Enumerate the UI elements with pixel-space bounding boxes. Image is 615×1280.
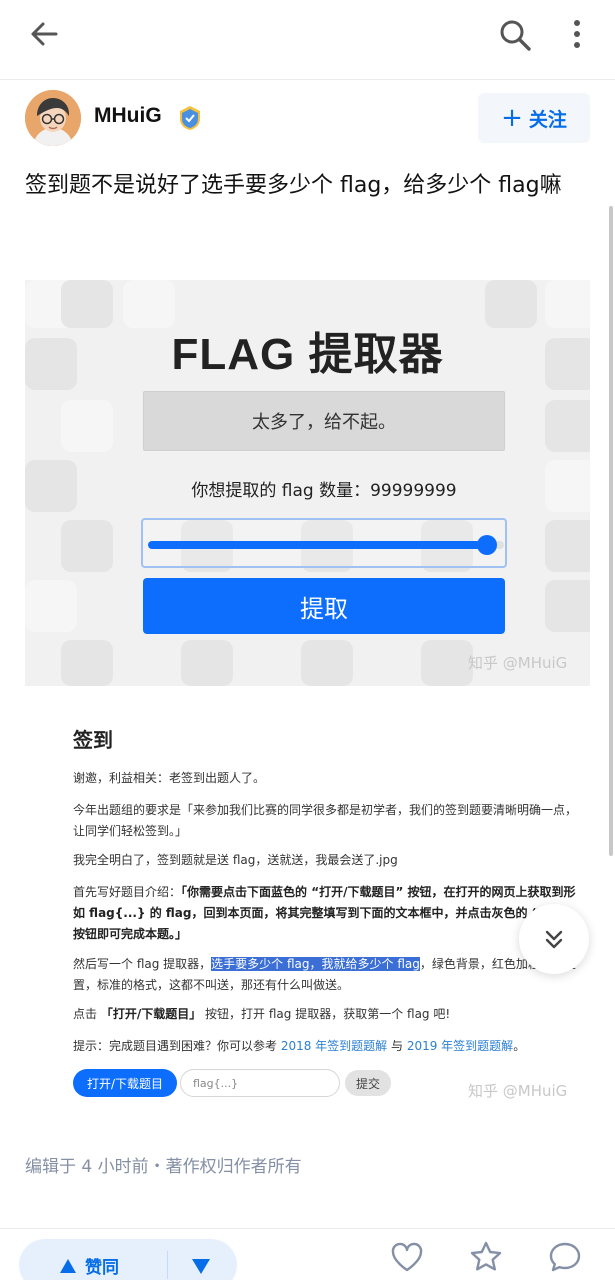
- triangle-down-icon[interactable]: [191, 1257, 211, 1275]
- edit-info: 编辑于 4 小时前・著作权归作者所有: [25, 1157, 302, 1177]
- paragraph-1: 谢邀，利益相关：老签到出题人了。: [73, 771, 266, 785]
- solution-2019-link[interactable]: 2019 年签到题题解: [407, 1039, 513, 1053]
- submit-button[interactable]: 提交: [345, 1070, 391, 1096]
- search-icon[interactable]: [498, 18, 532, 52]
- flag-input[interactable]: flag{...}: [180, 1069, 340, 1097]
- flag-extractor-title: FLAG 提取器: [171, 330, 444, 379]
- bottom-action-bar: 赞同: [0, 1228, 615, 1280]
- follow-label: 关注: [528, 108, 567, 131]
- watermark: 知乎 @MHuiG: [468, 1082, 568, 1100]
- slider-fill: [148, 541, 490, 549]
- paragraph-3: 我完全明白了，签到题就是送 flag，送就送，我最会送了.jpg: [73, 853, 398, 867]
- vote-group: 赞同: [19, 1239, 237, 1280]
- download-challenge-button[interactable]: 打开/下载题目: [73, 1069, 177, 1097]
- heart-icon[interactable]: [389, 1239, 425, 1275]
- comment-icon[interactable]: [547, 1239, 583, 1275]
- paragraph-5: 然后写一个 flag 提取器，选手要多少个 flag，我就给多少个 flag，绿…: [73, 954, 583, 996]
- top-bar: [0, 0, 615, 80]
- p7-mid: 与: [387, 1039, 407, 1053]
- flag-count-slider[interactable]: [141, 518, 507, 568]
- back-arrow-icon[interactable]: [28, 18, 60, 50]
- slider-thumb[interactable]: [477, 535, 497, 555]
- scrollbar[interactable]: [609, 206, 613, 856]
- follow-button[interactable]: + 关注: [478, 93, 590, 143]
- message-box: 太多了，给不起。: [143, 391, 505, 451]
- extract-button[interactable]: 提取: [143, 578, 505, 634]
- p5-highlight: 选手要多少个 flag，我就给多少个 flag: [211, 957, 420, 971]
- p5-text: 然后写一个 flag 提取器，: [73, 957, 212, 971]
- avatar[interactable]: [25, 90, 81, 146]
- paragraph-2: 今年出题组的要求是「来参加我们比赛的同学很多都是初学者，我们的签到题要清晰明确一…: [73, 803, 578, 838]
- upvote-button[interactable]: 赞同: [59, 1253, 119, 1278]
- paragraph-7: 提示：完成题目遇到困难？你可以参考 2018 年签到题题解 与 2019 年签到…: [73, 1036, 583, 1057]
- p7-text: 提示：完成题目遇到困难？你可以参考: [73, 1039, 281, 1053]
- more-vertical-icon[interactable]: [566, 18, 588, 52]
- p6-bold: 「打开/下载题目」: [100, 1007, 202, 1021]
- vote-divider: [167, 1251, 168, 1279]
- author-row: MHuiG + 关注: [25, 90, 590, 146]
- p6-text-end: 按钮，打开 flag 提取器，获取第一个 flag 吧!: [201, 1007, 451, 1021]
- star-icon[interactable]: [468, 1239, 504, 1275]
- watermark: 知乎 @MHuiG: [468, 654, 568, 672]
- p6-text: 点击: [73, 1007, 101, 1021]
- triangle-up-icon: [60, 1258, 76, 1273]
- double-chevron-down-icon: [545, 930, 563, 949]
- upvote-label: 赞同: [85, 1258, 119, 1278]
- flag-extractor-screenshot[interactable]: FLAG 提取器 太多了，给不起。 你想提取的 flag 数量：99999999…: [25, 280, 590, 686]
- p4-text: 首先写好题目介绍：: [73, 885, 182, 899]
- solution-2018-link[interactable]: 2018 年签到题题解: [281, 1039, 387, 1053]
- p7-end: 。: [513, 1039, 526, 1053]
- flag-count-label: 你想提取的 flag 数量：99999999: [191, 481, 457, 501]
- challenge-page-screenshot[interactable]: 签到 谢邀，利益相关：老签到出题人了。 今年出题组的要求是「来参加我们比赛的同学…: [25, 700, 590, 1120]
- author-name[interactable]: MHuiG: [94, 104, 162, 128]
- paragraph-4: 首先写好题目介绍：「你需要点击下面蓝色的 “打开/下载题目” 按钮，在打开的网页…: [73, 882, 583, 945]
- paragraph-6: 点击 「打开/下载题目」 按钮，打开 flag 提取器，获取第一个 flag 吧…: [73, 1004, 583, 1025]
- scroll-down-button[interactable]: [519, 904, 589, 974]
- verified-badge-icon: [180, 106, 200, 130]
- plus-icon: +: [501, 103, 523, 133]
- challenge-heading: 签到: [73, 728, 113, 752]
- answer-title: 签到题不是说好了选手要多少个 flag，给多少个 flag嘛: [25, 173, 562, 198]
